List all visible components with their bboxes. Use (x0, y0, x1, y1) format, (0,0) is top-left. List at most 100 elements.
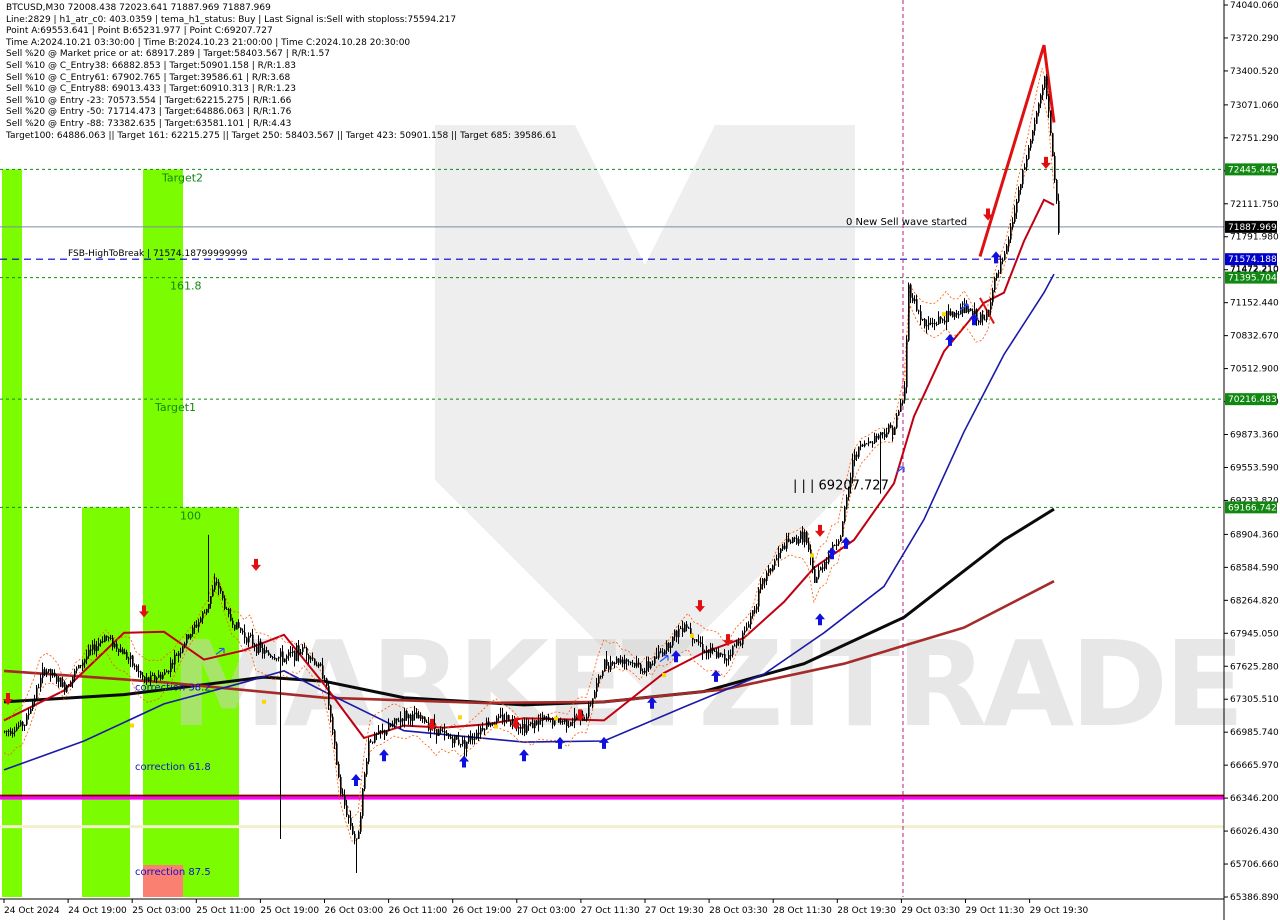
candle-body (928, 322, 930, 326)
candle-body (588, 704, 590, 717)
candle-body (366, 761, 368, 775)
y-tick-label: 69553.590 (1230, 463, 1279, 473)
candle-body (1008, 239, 1010, 246)
candle-body (676, 630, 678, 638)
candle-body (380, 730, 382, 732)
candle-body (894, 427, 896, 435)
candle-body (444, 731, 446, 733)
candle-body (1022, 169, 1024, 185)
candle-body (646, 661, 648, 671)
candle-body (348, 815, 350, 818)
candle-body (906, 340, 908, 388)
candle-body (488, 721, 490, 726)
candle-body (458, 739, 460, 745)
candle-body (342, 793, 344, 797)
candle-body (338, 763, 340, 777)
candle-body (1058, 200, 1060, 234)
candle-body (204, 612, 206, 614)
candle-body (682, 628, 684, 632)
candle-body (634, 662, 636, 667)
candle-body (786, 538, 788, 549)
candle-body (900, 403, 902, 412)
candle-body (782, 545, 784, 549)
candle-body (622, 659, 624, 664)
candle-body (198, 621, 200, 627)
candle-body (340, 776, 342, 794)
candle-body (462, 740, 464, 744)
x-tick-label: 27 Oct 19:30 (645, 906, 704, 916)
candle-body (368, 740, 370, 762)
candle-body (132, 655, 134, 666)
candle-body (600, 676, 602, 678)
candle-body (108, 637, 110, 639)
candle-body (418, 714, 420, 719)
candle-body (394, 718, 396, 724)
candle-body (952, 311, 954, 317)
candle-body (978, 320, 980, 323)
candle-body (866, 443, 868, 445)
candle-body (96, 646, 98, 652)
candle-body (572, 721, 574, 723)
candle-body (274, 657, 276, 660)
candle-body (478, 732, 480, 735)
x-axis: 24 Oct 2024 24 Oct 19:00 25 Oct 03:00 25 Oc… (0, 898, 1224, 916)
candle-body (504, 719, 506, 722)
candle-body (460, 743, 462, 745)
candle-body (210, 596, 212, 605)
candle-body (224, 598, 226, 609)
y-tick-label: 73071.060 (1230, 101, 1279, 111)
candle-body (614, 662, 616, 665)
candle-body (932, 323, 934, 325)
candle-body (992, 290, 994, 303)
candle-body (532, 722, 534, 729)
candle-body (796, 538, 798, 544)
candle-body (60, 677, 62, 687)
tag-161-8-text: 71395.704 (1228, 274, 1277, 284)
candle-body (1028, 147, 1030, 159)
candle-body (876, 435, 878, 439)
x-tick-label: 26 Oct 03:00 (325, 906, 384, 916)
candle-body (402, 718, 404, 721)
candle-body (344, 796, 346, 806)
candle-body (854, 454, 856, 460)
candle-body (934, 323, 936, 325)
candle-body (252, 634, 254, 645)
candle-body (250, 634, 252, 636)
y-tick-label: 65706.660 (1230, 860, 1279, 870)
candle-body (998, 272, 1000, 274)
candle-body (524, 723, 526, 733)
candle-body (794, 537, 796, 539)
candle-body (628, 661, 630, 663)
candle-body (346, 805, 348, 816)
candle-body (760, 583, 762, 590)
candle-body (1024, 167, 1026, 170)
candle-body (564, 719, 566, 722)
candle-body (332, 716, 334, 731)
candle-body (936, 324, 938, 326)
info-line: Sell %10 @ C_Entry61: 67902.765 | Target… (6, 72, 291, 83)
y-tick-label: 67625.280 (1230, 662, 1279, 672)
candle-body (500, 714, 502, 717)
candle-body (930, 322, 932, 324)
candle-body (68, 685, 70, 687)
candle-body (766, 572, 768, 581)
candle-body (414, 712, 416, 715)
candle-body (408, 714, 410, 719)
candle-body (772, 565, 774, 572)
candle-body (1000, 261, 1002, 273)
candle-body (828, 554, 830, 563)
candle-body (968, 308, 970, 313)
candle-body (66, 685, 68, 692)
candle-body (412, 714, 414, 721)
candle-body (314, 658, 316, 665)
candle-body (260, 641, 262, 648)
candle-body (610, 662, 612, 670)
candle-body (8, 730, 10, 732)
candle-body (612, 662, 614, 665)
candle-body (38, 687, 40, 689)
candle-body (128, 658, 130, 660)
candle-body (806, 532, 808, 544)
candle-body (776, 558, 778, 561)
candle-body (116, 643, 118, 649)
candle-body (308, 655, 310, 660)
